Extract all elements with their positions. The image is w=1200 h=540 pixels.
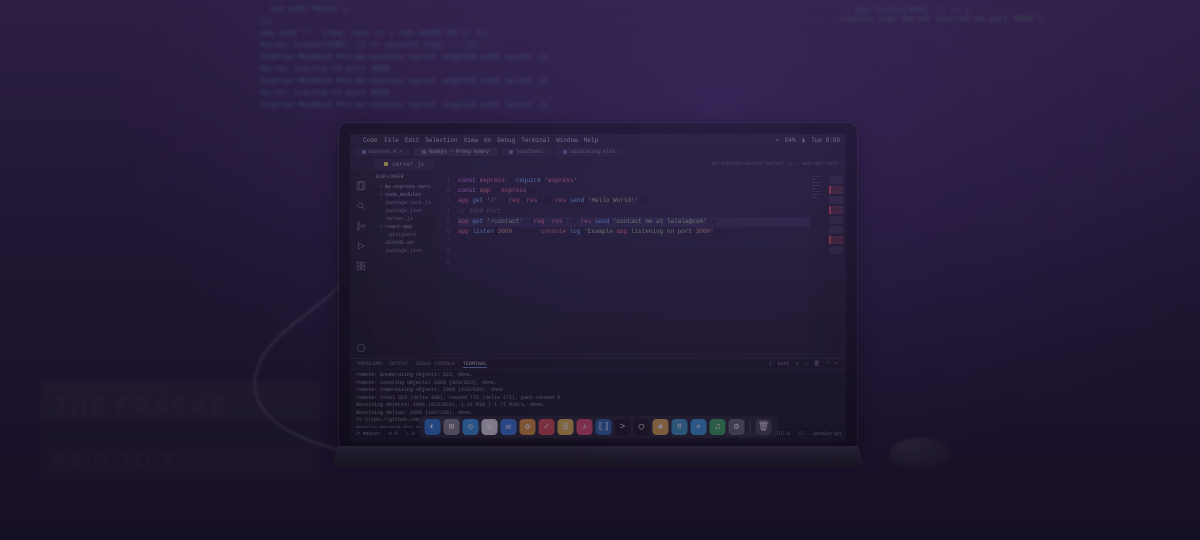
- tree-file[interactable]: README.md: [374, 239, 436, 247]
- search-icon[interactable]: [356, 198, 366, 208]
- background-monitor-right: // app.listen(3000, () => { console.log(…: [840, 6, 1120, 24]
- battery-icon: ▮: [802, 137, 806, 144]
- menubar-item-view[interactable]: View: [464, 137, 478, 144]
- dock-icon-safari[interactable]: ◎: [463, 419, 479, 435]
- browser-tab[interactable]: Express 4.x: [354, 148, 410, 156]
- dock-icon-reminders[interactable]: ✓: [539, 419, 555, 435]
- editor-breadcrumb: my-express-server/server.js — Web-dev-20…: [712, 161, 838, 167]
- status-warnings[interactable]: ⚠ 0: [406, 431, 415, 437]
- menubar-clock: Tue 8:09: [811, 137, 840, 144]
- editor-tab-group-right: [826, 170, 846, 358]
- dock-icon-terminal[interactable]: >: [615, 419, 631, 435]
- close-panel-icon[interactable]: ×: [835, 361, 838, 367]
- desk-mouse: [890, 438, 950, 468]
- trash-terminal-icon[interactable]: 🗑: [814, 361, 820, 367]
- code-editor[interactable]: 123456789 const express = require('expre…: [438, 170, 810, 358]
- dock-icon-music[interactable]: ♪: [577, 419, 593, 435]
- macos-dock: ◐⊞◎◉✉✿✓≣♪⟦⟧>◯◆#✈♫⚙ 🗑: [419, 416, 778, 438]
- dock-icon-slack[interactable]: #: [672, 419, 688, 435]
- dock-icon-photos[interactable]: ✿: [520, 419, 536, 435]
- menubar-item-go[interactable]: Go: [484, 137, 491, 144]
- minimap[interactable]: [810, 170, 826, 358]
- explorer-header: EXPLORER: [374, 174, 436, 180]
- tree-folder[interactable]: ▸my-express-server: [374, 183, 436, 191]
- menubar-app-name[interactable]: Code: [363, 137, 377, 144]
- laptop-bezel: Code File Edit Selection View Go Debug Termina…: [338, 122, 858, 448]
- favicon-icon: [563, 150, 567, 154]
- panel-tab-terminal[interactable]: TERMINAL: [463, 361, 487, 368]
- dock-icon-settings[interactable]: ⚙: [729, 419, 745, 435]
- dock-icon-sketch[interactable]: ◆: [653, 419, 669, 435]
- browser-tab[interactable]: localhost: [501, 148, 551, 156]
- split-terminal-icon[interactable]: ⫟: [805, 361, 808, 367]
- wifi-icon[interactable]: ⌔: [775, 137, 779, 144]
- terminal-shell-selector[interactable]: 1: bash: [769, 361, 790, 367]
- dock-icon-launchpad[interactable]: ⊞: [444, 419, 460, 435]
- browser-tab-strip: Express 4.x Nodejs - Proxy every localhost…: [350, 146, 846, 158]
- tree-file[interactable]: server.js: [374, 215, 436, 223]
- favicon-icon: [422, 150, 426, 154]
- menubar-item-window[interactable]: Window: [556, 137, 578, 144]
- editor-tab-server-js[interactable]: server.js: [374, 159, 434, 170]
- browser-tab[interactable]: adipiscing elit: [555, 148, 623, 156]
- menubar-item-selection[interactable]: Selection: [425, 137, 457, 144]
- panel-tab-problems[interactable]: PROBLEMS: [358, 361, 382, 367]
- new-terminal-icon[interactable]: +: [796, 361, 799, 367]
- dock-icon-chrome[interactable]: ◉: [482, 419, 498, 435]
- tree-folder[interactable]: ▸react-app: [374, 223, 436, 231]
- dock-icon-trash[interactable]: 🗑: [756, 419, 772, 435]
- favicon-icon: [362, 150, 366, 154]
- tree-file[interactable]: .gitignore: [374, 231, 436, 239]
- browser-tab[interactable]: Nodejs - Proxy every: [414, 148, 497, 156]
- tree-file[interactable]: package.json: [374, 247, 436, 255]
- dock-icon-telegram[interactable]: ✈: [691, 419, 707, 435]
- dock-icon-vscode[interactable]: ⟦⟧: [596, 419, 612, 435]
- dock-icon-notes[interactable]: ≣: [558, 419, 574, 435]
- extensions-icon[interactable]: [356, 258, 366, 268]
- github-icon[interactable]: [356, 340, 366, 350]
- tree-folder[interactable]: ▸node_modules: [374, 191, 436, 199]
- book-title-bottom: PAID TO T: [52, 449, 177, 475]
- macos-menubar: Code File Edit Selection View Go Debug Termina…: [350, 134, 846, 146]
- battery-percent: 54%: [785, 137, 796, 144]
- favicon-icon: [509, 150, 513, 154]
- source-control-icon[interactable]: [356, 218, 366, 228]
- menubar-item-debug[interactable]: Debug: [497, 137, 515, 144]
- panel-tab-debug-console[interactable]: DEBUG CONSOLE: [416, 361, 455, 367]
- dock-icon-spotify[interactable]: ♫: [710, 419, 726, 435]
- status-eol[interactable]: LF: [798, 431, 804, 437]
- dock-icon-mail[interactable]: ✉: [501, 419, 517, 435]
- status-branch[interactable]: ⎇ master: [354, 431, 381, 437]
- laptop-keyboard: [331, 446, 864, 468]
- tree-file[interactable]: package-lock.json: [374, 199, 436, 207]
- status-errors[interactable]: ⊘ 0: [389, 431, 398, 437]
- editor-tab-bar: server.js my-express-server/server.js — …: [350, 158, 846, 170]
- menubar-item-file[interactable]: File: [384, 137, 398, 144]
- explorer-icon[interactable]: [356, 178, 366, 188]
- status-language[interactable]: JavaScript: [812, 431, 842, 437]
- background-monitor-left: const server = http.createServer((req, r…: [260, 0, 900, 140]
- panel-tab-output[interactable]: OUTPUT: [390, 361, 408, 367]
- panel-tabs: PROBLEMS OUTPUT DEBUG CONSOLE TERMINAL 1: b…: [350, 359, 846, 370]
- menubar-item-terminal[interactable]: Terminal: [521, 137, 550, 144]
- maximize-panel-icon[interactable]: ^: [826, 361, 829, 367]
- editor-body: EXPLORER ▸my-express-server▸node_modules…: [350, 170, 846, 358]
- activity-bar: [350, 170, 372, 358]
- menubar-item-edit[interactable]: Edit: [405, 137, 419, 144]
- js-file-icon: [384, 162, 388, 166]
- dock-icon-github[interactable]: ◯: [634, 419, 650, 435]
- tree-file[interactable]: package.json: [374, 207, 436, 215]
- laptop: Code File Edit Selection View Go Debug Termina…: [338, 122, 858, 472]
- explorer-sidebar: EXPLORER ▸my-express-server▸node_modules…: [372, 170, 438, 358]
- laptop-screen: Code File Edit Selection View Go Debug Termina…: [350, 134, 846, 442]
- dock-icon-finder[interactable]: ◐: [425, 419, 441, 435]
- menubar-item-help[interactable]: Help: [584, 137, 598, 144]
- debug-icon[interactable]: [356, 238, 366, 248]
